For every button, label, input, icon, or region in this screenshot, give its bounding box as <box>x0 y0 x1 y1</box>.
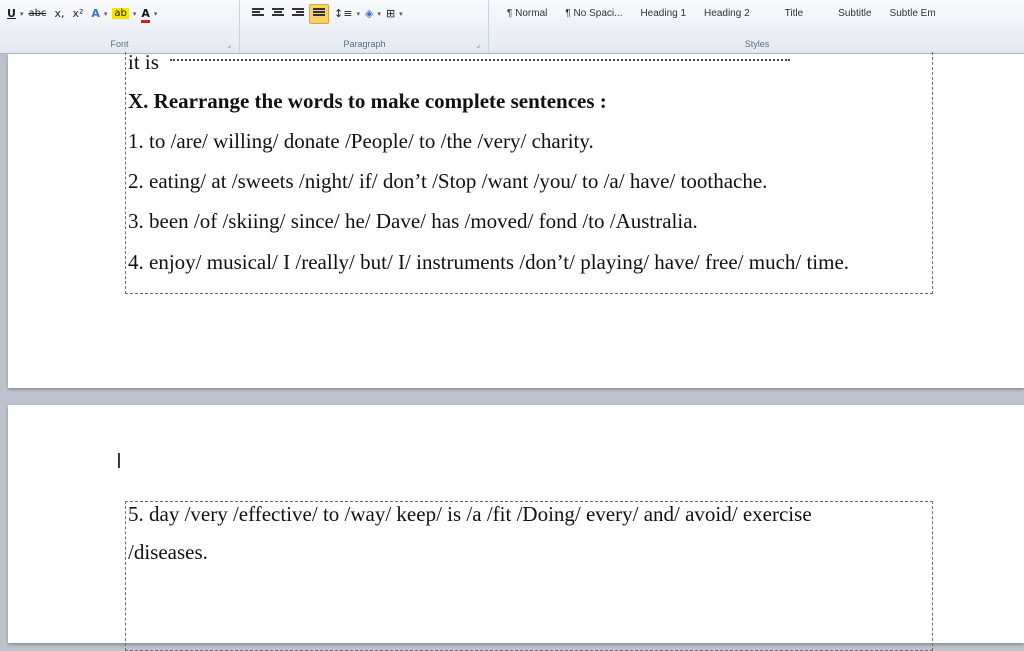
align-center-icon[interactable] <box>269 5 287 23</box>
style-normal[interactable]: ¶ Normal <box>498 7 556 21</box>
document-page-1[interactable]: it is X. Rearrange the words to make com… <box>8 50 1024 388</box>
list-item: 1. to /are/ willing/ donate /People/ to … <box>128 129 594 153</box>
align-left-icon[interactable] <box>249 5 267 23</box>
styles-group-label: Styles <box>744 39 770 49</box>
font-color-button[interactable]: A <box>141 6 150 23</box>
chevron-down-icon[interactable]: ▾ <box>154 10 158 18</box>
text-effects-button[interactable]: A <box>88 5 103 23</box>
justify-icon[interactable] <box>309 4 329 24</box>
list-item: /diseases. <box>128 540 208 564</box>
underline-button[interactable]: U <box>4 5 19 23</box>
text-box[interactable]: 5. day /very /effective/ to /way/ keep/ … <box>125 501 933 651</box>
chevron-down-icon[interactable]: ▾ <box>133 10 137 18</box>
style-heading-1[interactable]: Heading 1 <box>631 7 695 21</box>
chevron-down-icon[interactable]: ▾ <box>20 10 24 18</box>
paragraph-group-label: Paragraph <box>343 39 386 49</box>
list-item: 5. day /very /effective/ to /way/ keep/ … <box>128 502 812 526</box>
style-title[interactable]: Title <box>759 7 830 21</box>
subscript-button[interactable]: x, <box>51 5 67 23</box>
text-cursor-icon: I <box>116 449 122 473</box>
ribbon: U ▾ abc x, x² A ▾ ab ▾ A ▾ Font ⌟ ↕≡ ▾ ◈… <box>0 0 1024 54</box>
style-no-spacing[interactable]: ¶ No Spaci... <box>556 7 631 21</box>
list-item: 3. been /of /skiing/ since/ he/ Dave/ ha… <box>128 209 698 233</box>
styles-gallery: ¶ Normal ¶ No Spaci... Heading 1 Heading… <box>498 7 945 21</box>
dialog-launcher-icon[interactable]: ⌟ <box>476 40 480 49</box>
list-item: 4. enjoy/ musical/ I /really/ but/ I/ in… <box>128 250 850 274</box>
style-heading-2[interactable]: Heading 2 <box>695 7 759 21</box>
chevron-down-icon[interactable]: ▾ <box>104 10 108 18</box>
line-spacing-icon[interactable]: ↕≡ <box>331 5 355 23</box>
chevron-down-icon[interactable]: ▾ <box>399 10 403 18</box>
dialog-launcher-icon[interactable]: ⌟ <box>227 40 231 49</box>
superscript-button[interactable]: x² <box>69 5 86 23</box>
align-right-icon[interactable] <box>289 5 307 23</box>
chevron-down-icon[interactable]: ▾ <box>356 10 360 18</box>
text-box[interactable]: it is X. Rearrange the words to make com… <box>125 50 933 294</box>
exercise-heading: X. Rearrange the words to make complete … <box>128 89 607 113</box>
borders-icon[interactable]: ⊞ <box>383 5 398 23</box>
document-page-2[interactable]: I 5. day /very /effective/ to /way/ keep… <box>8 405 1024 651</box>
font-group-label: Font <box>110 39 129 49</box>
dotted-answer-line <box>170 59 790 61</box>
partial-line: it is <box>128 50 159 74</box>
strikethrough-button[interactable]: abc <box>25 5 49 23</box>
font-group: U ▾ abc x, x² A ▾ ab ▾ A ▾ Font ⌟ <box>0 0 240 54</box>
shading-icon[interactable]: ◈ <box>362 5 376 23</box>
styles-group: ¶ Normal ¶ No Spaci... Heading 1 Heading… <box>490 0 1024 54</box>
chevron-down-icon[interactable]: ▾ <box>377 10 381 18</box>
style-subtitle[interactable]: Subtitle <box>829 7 880 21</box>
paragraph-group: ↕≡ ▾ ◈ ▾ ⊞ ▾ Paragraph ⌟ <box>241 0 489 54</box>
list-item: 2. eating/ at /sweets /night/ if/ don’t … <box>128 169 768 193</box>
highlight-color-button[interactable]: ab <box>112 8 129 19</box>
style-subtle-emphasis[interactable]: Subtle Em <box>881 7 945 21</box>
